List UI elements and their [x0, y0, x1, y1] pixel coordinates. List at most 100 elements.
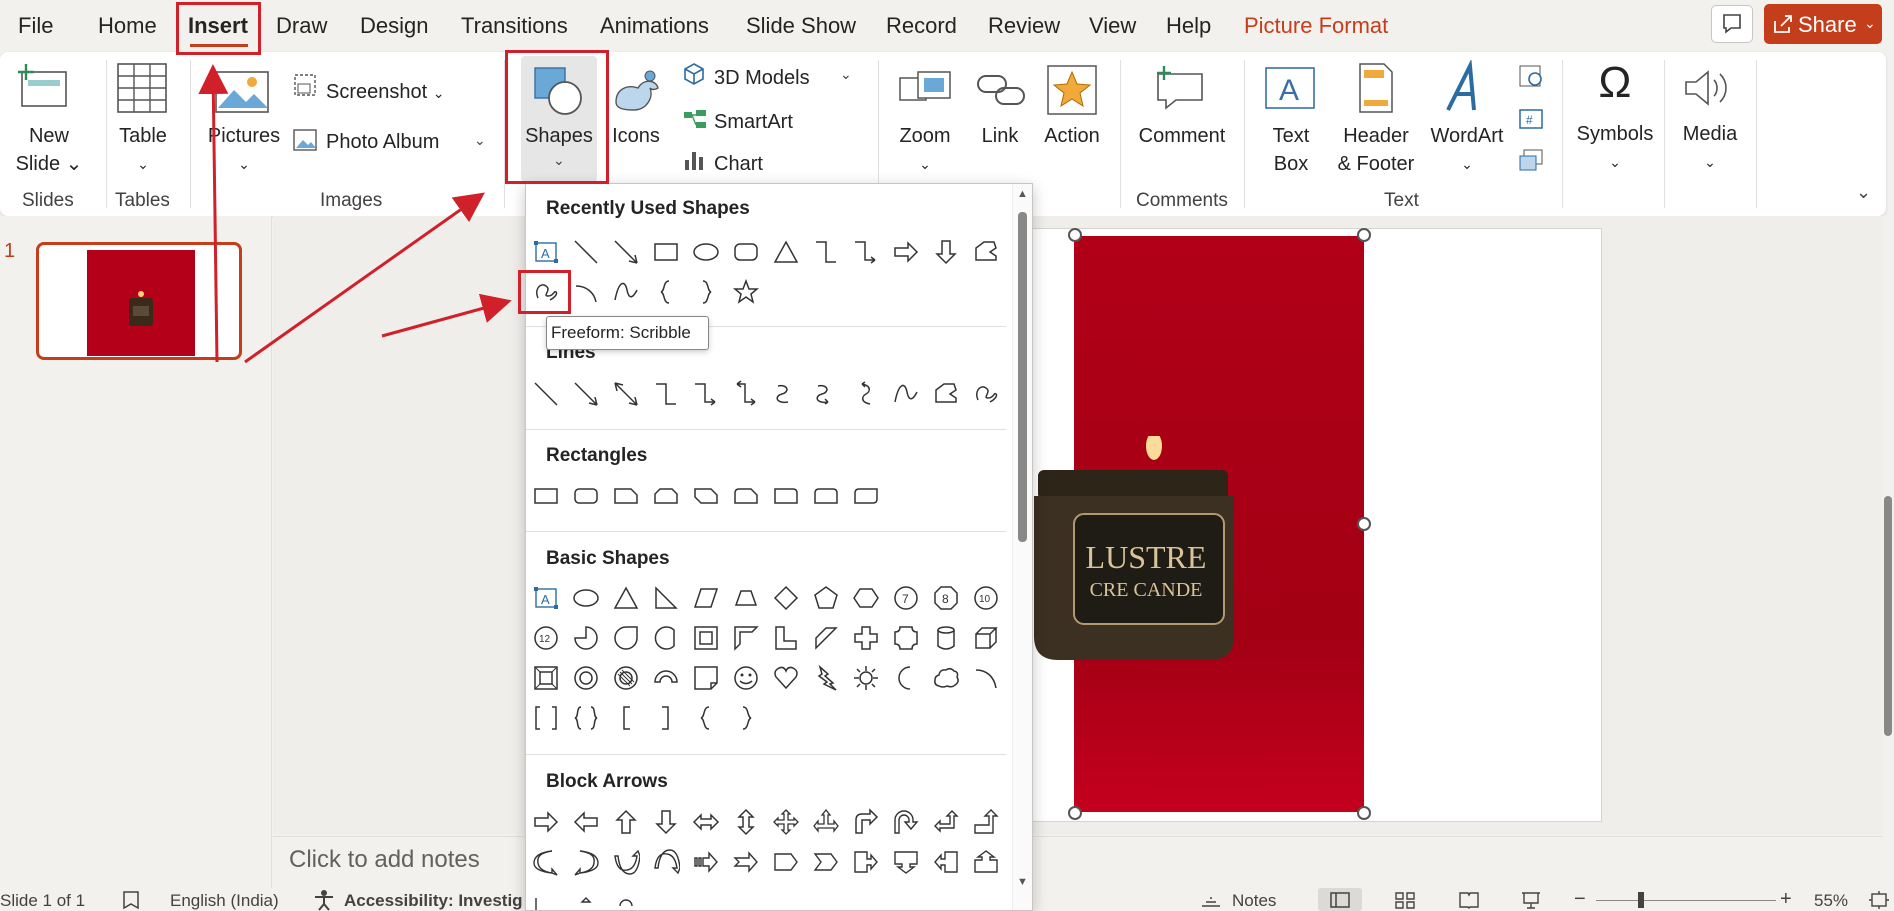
shape-block-arc[interactable]: [650, 662, 682, 694]
shape-rectangle[interactable]: [530, 480, 562, 512]
shape-snip-diagonal[interactable]: [690, 480, 722, 512]
fit-slide-icon[interactable]: [1868, 890, 1890, 910]
shape-snip-single-corner[interactable]: [610, 480, 642, 512]
shape-striped-right-arrow[interactable]: [690, 846, 722, 878]
notes-pane[interactable]: [273, 836, 1883, 886]
shape-left-brace[interactable]: [690, 702, 722, 734]
shape-oval[interactable]: [570, 582, 602, 614]
shape-sun[interactable]: [850, 662, 882, 694]
shape-elbow-connector[interactable]: [650, 378, 682, 410]
zoom-button[interactable]: Zoom ⌄: [890, 122, 960, 178]
tab-draw[interactable]: Draw: [276, 13, 327, 39]
photo-album-button[interactable]: Photo Album: [326, 128, 439, 156]
shape-curve[interactable]: [610, 276, 642, 308]
shape-cross[interactable]: [850, 622, 882, 654]
shape-arc[interactable]: [970, 662, 1002, 694]
shape-chevron[interactable]: [810, 846, 842, 878]
media-button[interactable]: Media ⌄: [1672, 120, 1748, 176]
collapse-ribbon-icon[interactable]: ⌄: [1856, 182, 1871, 203]
share-button[interactable]: Share ⌄: [1764, 4, 1882, 44]
gallery-scrollbar-thumb[interactable]: [1018, 212, 1027, 542]
shape-half-frame[interactable]: [730, 622, 762, 654]
tab-animations[interactable]: Animations: [600, 13, 709, 39]
shape-snip-round[interactable]: [730, 480, 762, 512]
shape-down-arrow[interactable]: [650, 806, 682, 838]
shape-rectangle[interactable]: [650, 236, 682, 268]
shape-right-brace[interactable]: [730, 702, 762, 734]
tab-review[interactable]: Review: [988, 13, 1060, 39]
shape-text-box[interactable]: A: [530, 236, 562, 268]
shape-arc[interactable]: [570, 276, 602, 308]
shape-left-right-up-arrow[interactable]: [810, 806, 842, 838]
shape-smiley-face[interactable]: [730, 662, 762, 694]
chart-button[interactable]: Chart: [714, 150, 763, 178]
shape-right-arrow-callout[interactable]: [850, 846, 882, 878]
shape-round-diagonal[interactable]: [850, 480, 882, 512]
shape-rounded-rectangle[interactable]: [730, 236, 762, 268]
shape-bent-arrow[interactable]: [850, 806, 882, 838]
tab-transitions[interactable]: Transitions: [461, 13, 568, 39]
shape-curved-left-arrow[interactable]: [570, 846, 602, 878]
slide-number-icon[interactable]: #: [1518, 108, 1544, 130]
zoom-out-button[interactable]: −: [1574, 888, 1586, 911]
zoom-slider-thumb[interactable]: [1638, 892, 1644, 908]
shape-curved-connector[interactable]: [770, 378, 802, 410]
shape-heart[interactable]: [770, 662, 802, 694]
shape-right-arrow[interactable]: [890, 236, 922, 268]
tab-slide-show[interactable]: Slide Show: [746, 13, 856, 39]
shape-bevel[interactable]: [530, 662, 562, 694]
tab-help[interactable]: Help: [1166, 13, 1211, 39]
shape-double-brace[interactable]: [570, 702, 602, 734]
spelling-icon[interactable]: [120, 890, 144, 910]
shape-text-box[interactable]: A: [530, 582, 562, 614]
icons-button[interactable]: Icons: [606, 122, 666, 150]
shape-quad-arrow[interactable]: [770, 806, 802, 838]
scroll-down-icon[interactable]: ▼: [1017, 876, 1028, 888]
scrollbar-thumb[interactable]: [1884, 496, 1892, 736]
shape-heptagon[interactable]: 7: [890, 582, 922, 614]
shape-chord[interactable]: [650, 622, 682, 654]
screenshot-button[interactable]: Screenshot ⌄: [326, 78, 444, 107]
shape-curved-right-arrow[interactable]: [530, 846, 562, 878]
shape-up-arrow[interactable]: [610, 806, 642, 838]
3d-models-button[interactable]: 3D Models: [714, 64, 810, 92]
shape-freeform[interactable]: [930, 378, 962, 410]
pictures-button[interactable]: Pictures ⌄: [204, 122, 284, 178]
scroll-up-icon[interactable]: ▲: [1017, 188, 1028, 200]
slide-show-icon[interactable]: [1520, 891, 1542, 909]
shape-l-shape[interactable]: [770, 622, 802, 654]
shape-curved-double-arrow[interactable]: [850, 378, 882, 410]
shape-cloud[interactable]: [930, 662, 962, 694]
shape-folded-corner[interactable]: [690, 662, 722, 694]
shape-double-bracket[interactable]: [530, 702, 562, 734]
shape-left-brace[interactable]: [650, 276, 682, 308]
shape-round-single-corner[interactable]: [770, 480, 802, 512]
wordart-button[interactable]: WordArt ⌄: [1422, 122, 1512, 178]
tab-view[interactable]: View: [1089, 13, 1136, 39]
shape-cube[interactable]: [970, 622, 1002, 654]
shape-right-triangle[interactable]: [650, 582, 682, 614]
shape-round-same-side[interactable]: [810, 480, 842, 512]
shape-octagon[interactable]: 8: [930, 582, 962, 614]
shape-freeform[interactable]: [970, 236, 1002, 268]
shape-oval[interactable]: [690, 236, 722, 268]
shape-curve[interactable]: [890, 378, 922, 410]
resize-handle[interactable]: [1357, 806, 1371, 820]
shape-curved-down-arrow[interactable]: [650, 846, 682, 878]
shape-pentagon-arrow[interactable]: [770, 846, 802, 878]
tab-picture-format[interactable]: Picture Format: [1244, 13, 1388, 39]
shape-diamond[interactable]: [770, 582, 802, 614]
shape-notched-right-arrow[interactable]: [730, 846, 762, 878]
slide-thumbnail[interactable]: [36, 242, 242, 360]
shape-up-arrow-callout[interactable]: [970, 846, 1002, 878]
zoom-slider[interactable]: [1596, 900, 1776, 901]
shape-pentagon[interactable]: [810, 582, 842, 614]
shape-decagon[interactable]: 10: [970, 582, 1002, 614]
shape-down-arrow-callout[interactable]: [890, 846, 922, 878]
shape-curved-arrow-connector[interactable]: [810, 378, 842, 410]
shape-bent-up-arrow[interactable]: [970, 806, 1002, 838]
tab-file[interactable]: File: [18, 13, 53, 39]
shape-partial[interactable]: [610, 886, 642, 910]
shape-left-arrow-callout[interactable]: [930, 846, 962, 878]
comments-button[interactable]: [1711, 5, 1753, 43]
